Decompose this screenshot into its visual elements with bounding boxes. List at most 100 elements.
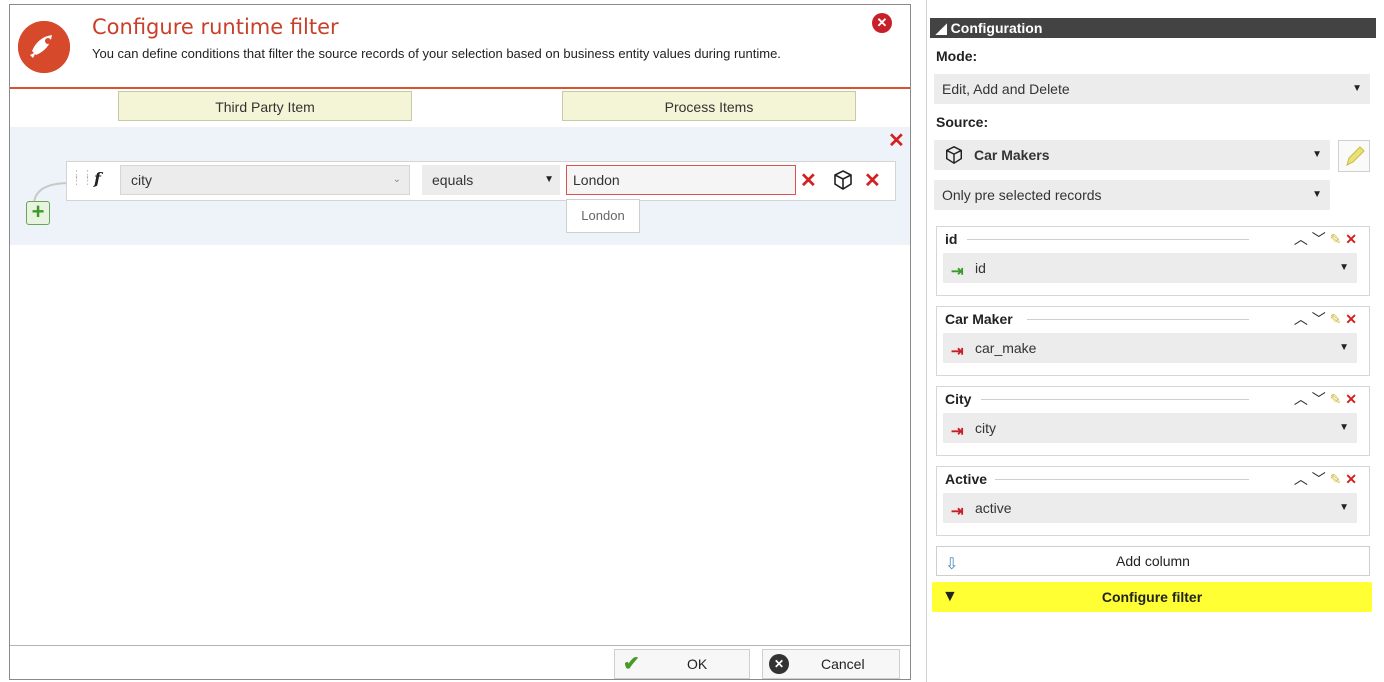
- add-condition-icon[interactable]: +: [26, 201, 50, 225]
- chevron-down-icon: ▼: [1339, 502, 1349, 513]
- dialog-description: You can define conditions that filter th…: [92, 46, 781, 61]
- entity-cube-icon: [944, 145, 964, 175]
- column-actions: ︿ ﹀ ✎ ✕: [1294, 229, 1357, 249]
- drag-handle-icon[interactable]: ⋮⋮ ⋮⋮: [71, 170, 93, 187]
- checkmark-icon: ✔: [623, 653, 640, 675]
- pencil-icon: [1346, 146, 1365, 166]
- input-arrow-icon: ⇥: [951, 423, 964, 440]
- field-value: city: [131, 172, 152, 188]
- column-select[interactable]: ⇥ id ▼: [943, 253, 1357, 283]
- column-divider: [1027, 319, 1249, 320]
- column-divider: [967, 239, 1249, 240]
- ok-label: OK: [687, 656, 708, 672]
- source-select[interactable]: Car Makers ▼: [934, 140, 1330, 170]
- dialog-header: Configure runtime filter You can define …: [10, 5, 910, 89]
- column-value: car_make: [975, 340, 1037, 356]
- chevron-down-icon: ⌄: [392, 174, 401, 185]
- close-icon[interactable]: ✕: [872, 13, 892, 33]
- column-select[interactable]: ⇥ city ▼: [943, 413, 1357, 443]
- configure-filter-button[interactable]: ▼ Configure filter: [932, 582, 1372, 612]
- configure-filter-label: Configure filter: [1101, 589, 1203, 605]
- column-actions: ︿ ﹀ ✎ ✕: [1294, 309, 1357, 329]
- remove-group-icon[interactable]: ✕: [888, 131, 905, 151]
- edit-source-button[interactable]: [1338, 140, 1370, 172]
- output-arrow-icon: ⇥: [951, 263, 964, 280]
- clear-value-icon[interactable]: ✕: [800, 171, 817, 191]
- delete-icon[interactable]: ✕: [1345, 231, 1357, 247]
- column-actions: ︿ ﹀ ✎ ✕: [1294, 469, 1357, 489]
- move-down-icon[interactable]: ﹀: [1312, 471, 1326, 487]
- pencil-icon[interactable]: ✎: [1330, 471, 1342, 487]
- mode-label: Mode:: [936, 48, 978, 64]
- cancel-icon: ✕: [769, 654, 789, 674]
- move-down-icon[interactable]: ﹀: [1312, 311, 1326, 327]
- move-up-icon[interactable]: ︿: [1294, 311, 1308, 327]
- remove-condition-icon[interactable]: ✕: [864, 171, 881, 191]
- move-down-icon[interactable]: ﹀: [1312, 231, 1326, 247]
- pencil-icon[interactable]: ✎: [1330, 231, 1342, 247]
- source-value: Car Makers: [974, 147, 1050, 163]
- chevron-down-icon: ▼: [1339, 262, 1349, 273]
- rocket-logo-icon: [18, 21, 70, 73]
- add-column-button[interactable]: ⇩ Add column: [936, 546, 1370, 576]
- value-input[interactable]: London: [566, 165, 796, 195]
- operator-value: equals: [432, 172, 474, 188]
- column-id: id ︿ ﹀ ✎ ✕ ⇥ id ▼: [936, 226, 1370, 296]
- records-value: Only pre selected records: [942, 187, 1102, 203]
- column-actions: ︿ ﹀ ✎ ✕: [1294, 389, 1357, 409]
- column-value: city: [975, 420, 996, 436]
- dialog-title: Configure runtime filter: [92, 15, 339, 39]
- input-arrow-icon: ⇥: [951, 343, 964, 360]
- chevron-down-icon: ▼: [1312, 189, 1322, 200]
- column-divider: [981, 399, 1249, 400]
- column-divider: [995, 479, 1249, 480]
- chevron-down-icon: ▼: [1352, 83, 1362, 94]
- field-select[interactable]: city ⌄: [120, 165, 410, 195]
- add-column-label: Add column: [1116, 553, 1190, 569]
- chevron-down-icon: ▼: [1312, 149, 1322, 160]
- delete-icon[interactable]: ✕: [1345, 391, 1357, 407]
- column-title: City: [945, 391, 974, 407]
- column-title: id: [945, 231, 960, 247]
- chevron-down-icon: ▼: [1339, 422, 1349, 433]
- column-value: active: [975, 500, 1012, 516]
- column-city: City ︿ ﹀ ✎ ✕ ⇥ city ▼: [936, 386, 1370, 456]
- mode-select[interactable]: Edit, Add and Delete ▼: [934, 74, 1370, 104]
- mode-value: Edit, Add and Delete: [942, 81, 1070, 97]
- source-label: Source:: [936, 114, 989, 130]
- filter-conditions-area: ✕ ⋮⋮ ⋮⋮ f city ⌄ equals ▼ London London ✕…: [10, 127, 910, 245]
- chevron-down-icon: ▼: [544, 174, 554, 185]
- chevron-down-icon: ▼: [1339, 342, 1349, 353]
- move-up-icon[interactable]: ︿: [1294, 471, 1308, 487]
- operator-select[interactable]: equals ▼: [422, 165, 560, 195]
- cancel-button[interactable]: ✕ Cancel: [762, 649, 900, 679]
- move-up-icon[interactable]: ︿: [1294, 391, 1308, 407]
- column-title: Active: [945, 471, 990, 487]
- runtime-filter-dialog: Configure runtime filter You can define …: [9, 4, 911, 680]
- column-value: id: [975, 260, 986, 276]
- column-active: Active ︿ ﹀ ✎ ✕ ⇥ active ▼: [936, 466, 1370, 536]
- function-icon[interactable]: f: [94, 169, 101, 188]
- pencil-icon[interactable]: ✎: [1330, 311, 1342, 327]
- configuration-header[interactable]: ◢ Configuration: [930, 18, 1376, 38]
- tab-third-party-item[interactable]: Third Party Item: [118, 91, 412, 121]
- column-select[interactable]: ⇥ car_make ▼: [943, 333, 1357, 363]
- add-column-icon: ⇩: [945, 556, 959, 573]
- entity-cube-icon[interactable]: [832, 169, 854, 196]
- delete-icon[interactable]: ✕: [1345, 311, 1357, 327]
- tab-process-items[interactable]: Process Items: [562, 91, 856, 121]
- pencil-icon[interactable]: ✎: [1330, 391, 1342, 407]
- move-down-icon[interactable]: ﹀: [1312, 391, 1326, 407]
- dialog-footer: ✔ OK ✕ Cancel: [10, 645, 910, 679]
- funnel-icon: ▼: [942, 588, 958, 605]
- delete-icon[interactable]: ✕: [1345, 471, 1357, 487]
- input-arrow-icon: ⇥: [951, 503, 964, 520]
- move-up-icon[interactable]: ︿: [1294, 231, 1308, 247]
- cancel-label: Cancel: [821, 656, 865, 672]
- column-select[interactable]: ⇥ active ▼: [943, 493, 1357, 523]
- column-title: Car Maker: [945, 311, 1015, 327]
- autocomplete-suggestion[interactable]: London: [566, 199, 640, 233]
- ok-button[interactable]: ✔ OK: [614, 649, 750, 679]
- column-car-maker: Car Maker ︿ ﹀ ✎ ✕ ⇥ car_make ▼: [936, 306, 1370, 376]
- records-select[interactable]: Only pre selected records ▼: [934, 180, 1330, 210]
